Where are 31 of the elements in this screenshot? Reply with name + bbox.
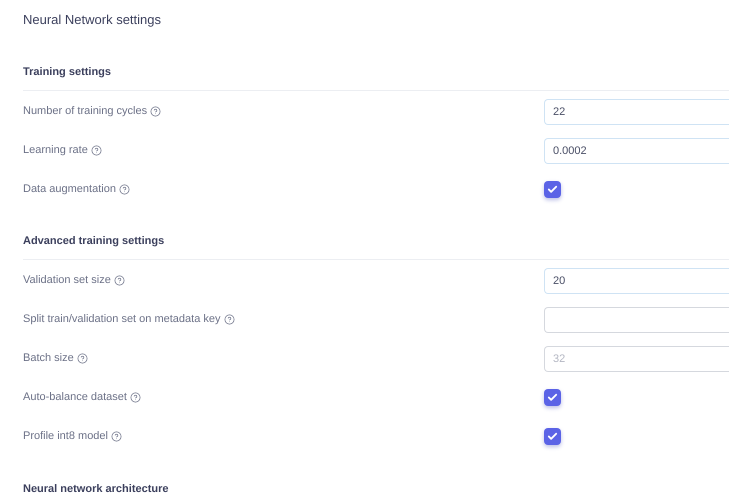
help-icon[interactable] — [76, 353, 88, 364]
help-icon[interactable] — [90, 145, 102, 156]
field-label: Validation set size — [23, 273, 111, 288]
input-field[interactable]: 32 — [544, 346, 729, 372]
input-field[interactable]: 20 — [544, 268, 729, 294]
section-heading: Training settings — [23, 64, 112, 80]
checkbox[interactable] — [544, 428, 561, 445]
field-label: Profile int8 model — [23, 429, 108, 444]
input-field[interactable]: 0.0002 — [544, 138, 729, 164]
help-icon[interactable] — [150, 106, 162, 117]
field-label: Split train/validation set on metadata key — [23, 312, 221, 328]
help-icon[interactable] — [118, 184, 130, 195]
check-icon — [547, 431, 558, 442]
help-icon[interactable] — [114, 275, 125, 286]
field-label: Batch size — [23, 351, 74, 366]
help-icon[interactable] — [130, 392, 141, 403]
help-icon[interactable] — [111, 431, 122, 442]
field-label: Data augmentation — [23, 182, 116, 198]
section-heading: Neural network architecture — [23, 482, 168, 496]
section-heading: Advanced training settings — [23, 234, 164, 248]
input-field[interactable] — [544, 306, 729, 332]
help-icon[interactable] — [224, 314, 235, 325]
check-icon — [547, 184, 558, 195]
checkbox[interactable] — [544, 389, 561, 406]
field-label: Learning rate — [23, 143, 88, 158]
input-field[interactable]: 22 — [544, 98, 729, 124]
field-label: Number of training cycles — [23, 104, 148, 120]
page-title: Neural Network settings — [23, 11, 161, 30]
check-icon — [547, 392, 558, 403]
checkbox[interactable] — [544, 181, 561, 198]
field-label: Auto-balance dataset — [23, 390, 127, 406]
